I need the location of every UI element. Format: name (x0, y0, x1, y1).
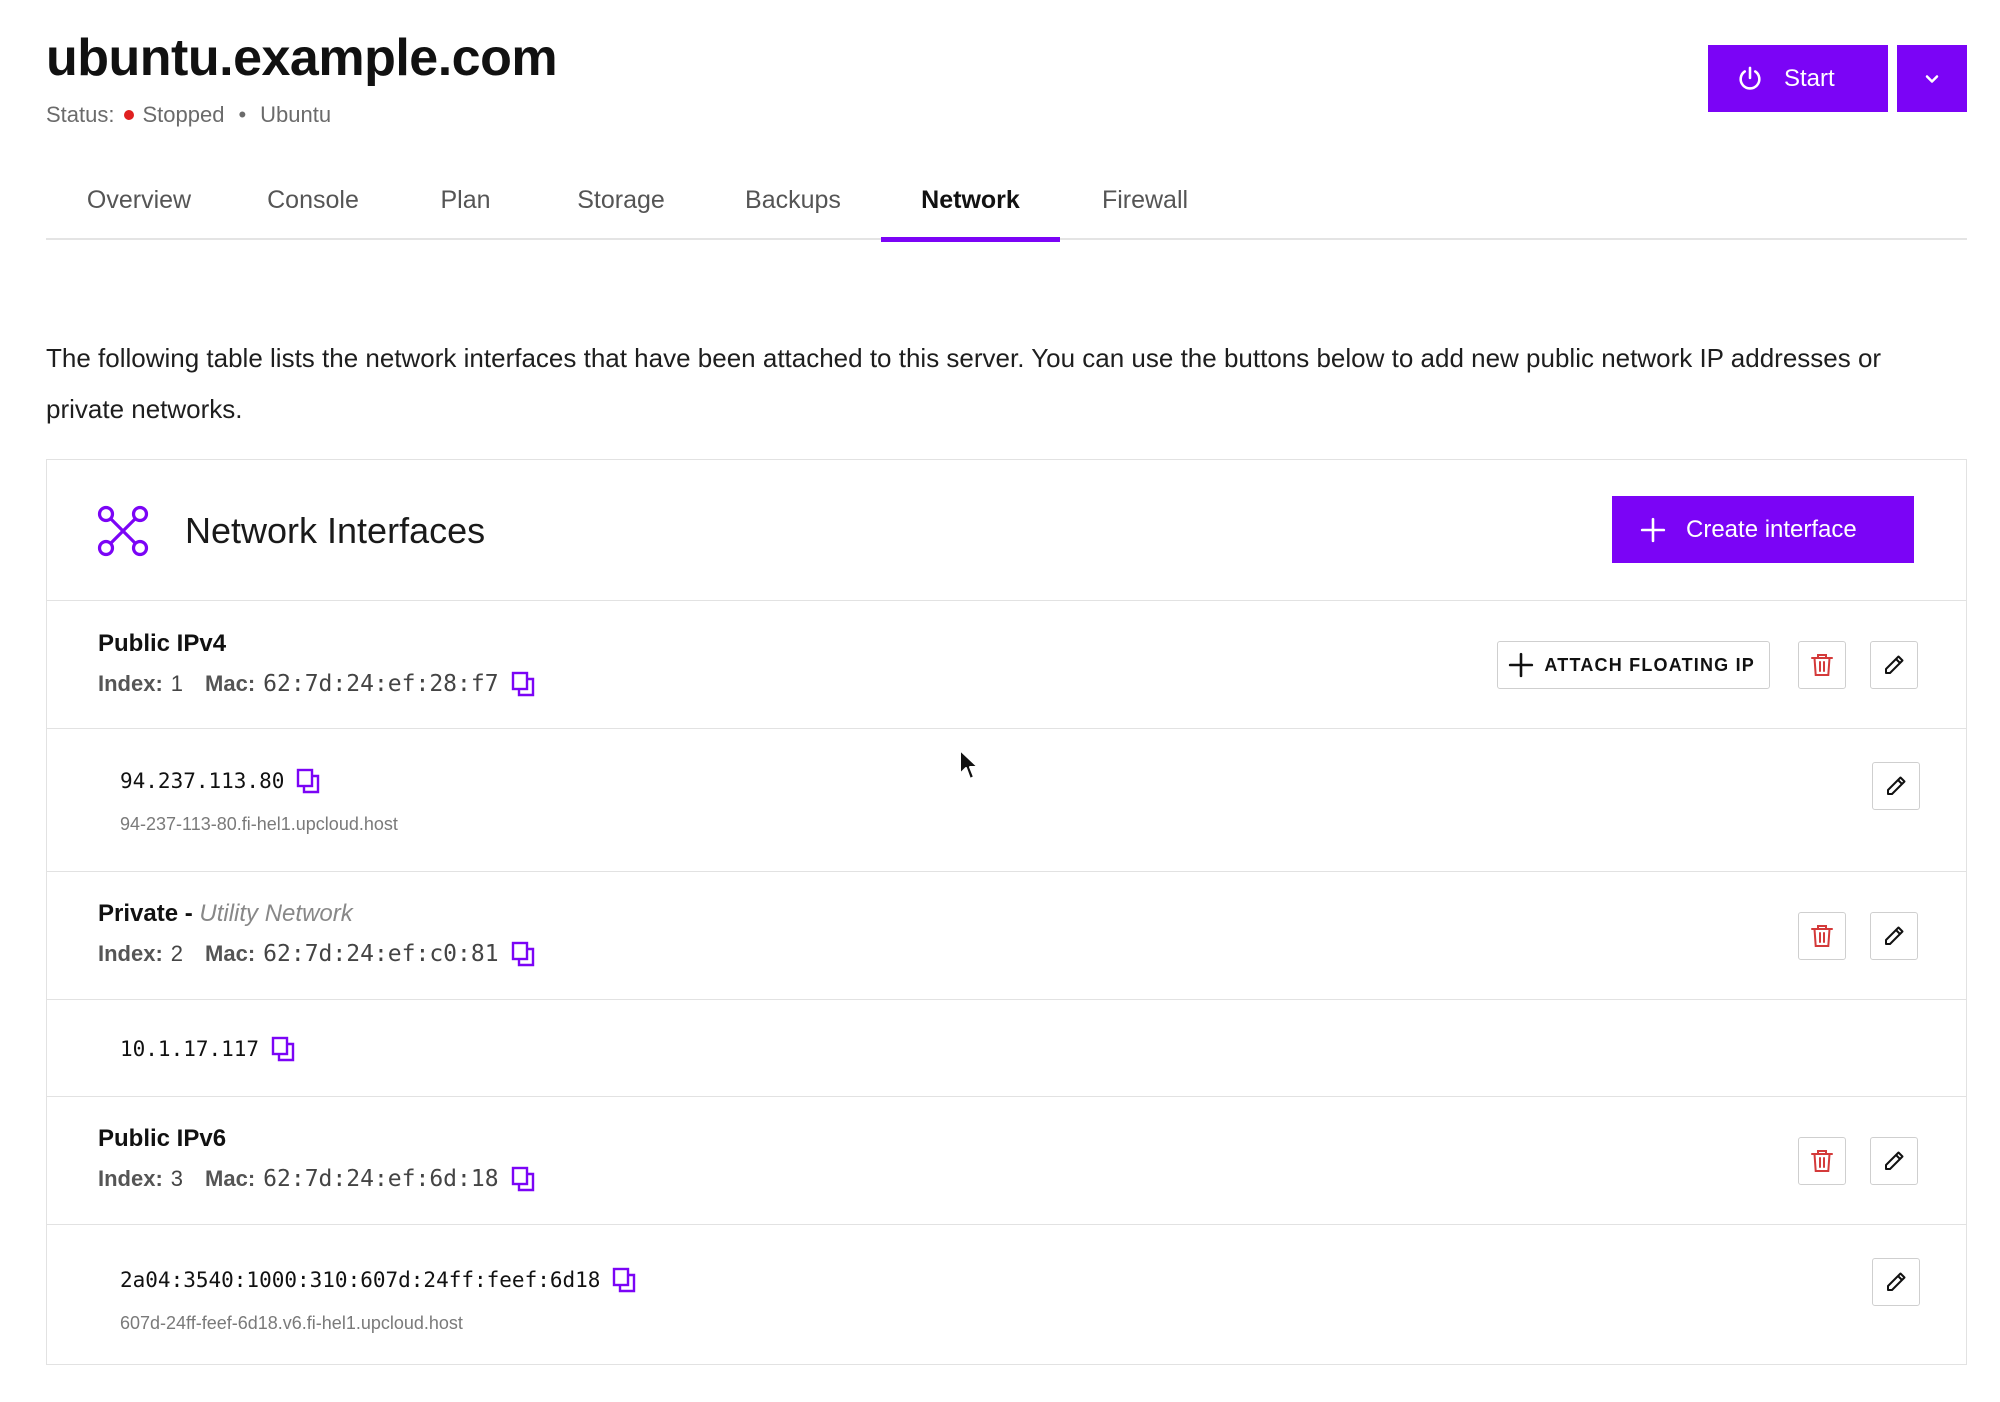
mac-label: Mac: (205, 1166, 256, 1191)
copy-icon[interactable] (511, 941, 535, 967)
trash-icon (1811, 925, 1833, 947)
interface-name: Public IPv4 (98, 630, 227, 657)
ip-address-value: 94.237.113.80 (120, 769, 285, 793)
tab-plan[interactable]: Plan (394, 160, 537, 240)
index-value: 1 (170, 671, 184, 696)
os-label: Ubuntu (260, 102, 332, 127)
interface-name: Private - Utility Network (98, 900, 353, 928)
plus-icon (1640, 517, 1666, 542)
copy-icon[interactable] (296, 768, 320, 794)
edit-interface-button[interactable] (1870, 1137, 1918, 1185)
pencil-icon (1887, 1272, 1906, 1291)
ip-address-row: 10.1.17.117 (47, 1000, 1966, 1097)
ip-address-value: 10.1.17.117 (120, 1037, 260, 1061)
status-value: Stopped (142, 102, 225, 127)
interface-meta: Index: 1 Mac: 62:7d:24:ef:28:f7 (98, 671, 535, 697)
trash-icon (1811, 654, 1833, 676)
pencil-icon (1887, 776, 1906, 795)
tab-backups[interactable]: Backups (705, 160, 881, 240)
copy-icon[interactable] (271, 1036, 295, 1062)
card-header: Network Interfaces Create interface (47, 460, 1966, 601)
separator-dot: • (238, 102, 247, 127)
tab-console[interactable]: Console (232, 160, 394, 240)
hostname: 607d-24ff-feef-6d18.v6.fi-hel1.upcloud.h… (120, 1313, 463, 1333)
hostname: 94-237-113-80.fi-hel1.upcloud.host (120, 814, 398, 834)
index-label: Index: (98, 1166, 163, 1191)
tab-network[interactable]: Network (881, 160, 1060, 242)
index-label: Index: (98, 671, 163, 696)
ip-address-row: 2a04:3540:1000:310:607d:24ff:feef:6d18 6… (47, 1225, 1966, 1364)
tab-bar: Overview Console Plan Storage Backups Ne… (46, 160, 1967, 242)
edit-ip-button[interactable] (1872, 1258, 1920, 1306)
ip-address-row: 94.237.113.80 94-237-113-80.fi-hel1.upcl… (47, 729, 1966, 872)
tab-storage[interactable]: Storage (537, 160, 705, 240)
mac-label: Mac: (205, 671, 256, 696)
more-actions-dropdown[interactable] (1897, 45, 1967, 112)
copy-icon[interactable] (511, 1166, 535, 1192)
server-header: ubuntu.example.com Status: Stopped • Ubu… (46, 28, 558, 128)
ip-address: 2a04:3540:1000:310:607d:24ff:feef:6d18 (120, 1267, 636, 1293)
trash-icon (1811, 1150, 1833, 1172)
ip-address: 94.237.113.80 (120, 768, 320, 794)
interface-name-label: Private - (98, 900, 200, 927)
ip-address-value: 2a04:3540:1000:310:607d:24ff:feef:6d18 (120, 1268, 601, 1292)
pencil-icon (1885, 926, 1904, 945)
pencil-icon (1885, 655, 1904, 674)
index-value: 3 (170, 1166, 184, 1191)
edit-interface-button[interactable] (1870, 641, 1918, 689)
interface-row-public-ipv6: Public IPv6 Index: 3 Mac: 62:7d:24:ef:6d… (47, 1097, 1966, 1225)
network-nodes-icon (97, 505, 149, 557)
status-label: Status: (46, 102, 115, 127)
delete-interface-button[interactable] (1798, 1137, 1846, 1185)
index-value: 2 (170, 941, 184, 966)
tab-overview[interactable]: Overview (46, 160, 232, 240)
chevron-down-icon (1925, 74, 1939, 83)
interface-name: Public IPv6 (98, 1125, 227, 1152)
edit-ip-button[interactable] (1872, 762, 1920, 810)
mouse-cursor-icon (959, 749, 979, 780)
attach-floating-ip-label: ATTACH FLOATING IP (1544, 654, 1755, 675)
mac-value: 62:7d:24:ef:c0:81 (263, 941, 499, 967)
start-button[interactable]: Start (1708, 45, 1888, 112)
delete-interface-button[interactable] (1798, 912, 1846, 960)
page-title: ubuntu.example.com (46, 29, 558, 87)
edit-interface-button[interactable] (1870, 912, 1918, 960)
interface-meta: Index: 3 Mac: 62:7d:24:ef:6d:18 (98, 1166, 535, 1192)
create-interface-label: Create interface (1686, 515, 1857, 543)
mac-label: Mac: (205, 941, 256, 966)
delete-interface-button[interactable] (1798, 641, 1846, 689)
copy-icon[interactable] (511, 671, 535, 697)
network-name: Utility Network (199, 900, 353, 927)
network-description: The following table lists the network in… (46, 343, 1882, 424)
start-label: Start (1784, 64, 1835, 92)
interface-meta: Index: 2 Mac: 62:7d:24:ef:c0:81 (98, 941, 535, 967)
power-icon (1739, 66, 1761, 90)
plus-icon (1509, 652, 1534, 678)
attach-floating-ip-button[interactable]: ATTACH FLOATING IP (1497, 641, 1770, 689)
index-label: Index: (98, 941, 163, 966)
create-interface-button[interactable]: Create interface (1612, 496, 1914, 563)
tab-firewall[interactable]: Firewall (1060, 160, 1230, 240)
server-actions: Start (1708, 45, 1967, 112)
mac-value: 62:7d:24:ef:28:f7 (263, 671, 499, 697)
network-interfaces-card: Network Interfaces Create interface Publ… (46, 459, 1967, 1365)
status-dot (124, 110, 135, 120)
card-title: Network Interfaces (185, 510, 486, 551)
ip-address: 10.1.17.117 (120, 1036, 295, 1062)
mac-value: 62:7d:24:ef:6d:18 (263, 1166, 499, 1192)
interface-row-private: Private - Utility Network Index: 2 Mac: … (47, 872, 1966, 1000)
status-line: Status: Stopped • Ubuntu (46, 102, 557, 128)
interface-row-public-ipv4: Public IPv4 Index: 1 Mac: 62:7d:24:ef:28… (47, 601, 1966, 729)
pencil-icon (1885, 1151, 1904, 1170)
copy-icon[interactable] (612, 1267, 636, 1293)
